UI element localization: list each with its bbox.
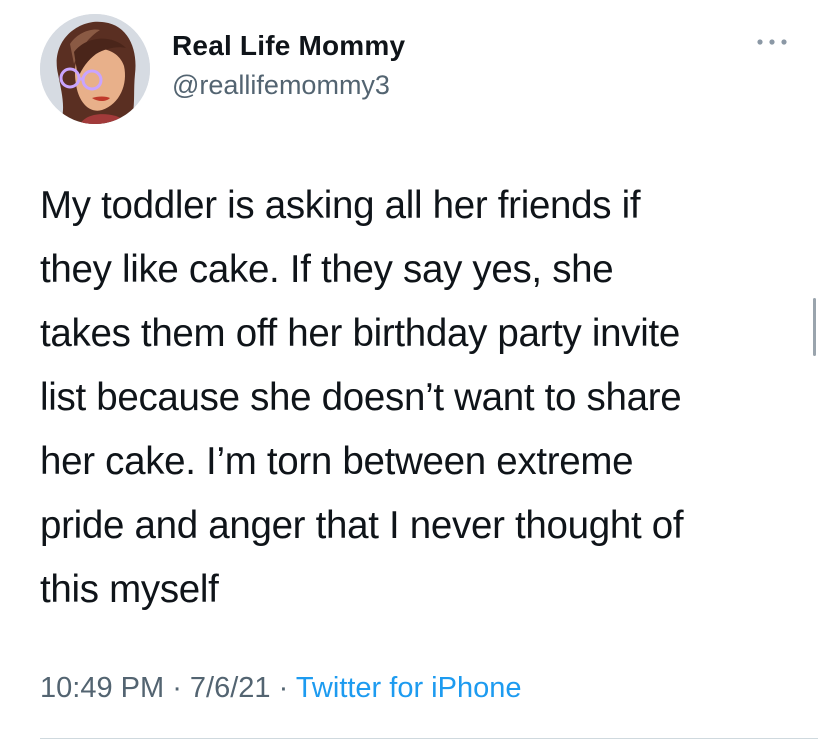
display-name[interactable]: Real Life Mommy: [172, 30, 405, 62]
meta-separator: ·: [164, 672, 190, 704]
tweet-meta: 10:49 PM · 7/6/21 · Twitter for iPhone: [40, 672, 521, 705]
tweet-time[interactable]: 10:49 PM: [40, 672, 164, 704]
tweet-date[interactable]: 7/6/21: [190, 672, 271, 704]
tweet-text-line: they like cake. If they say yes, she: [40, 248, 614, 291]
more-options-button[interactable]: [752, 30, 792, 54]
tweet-text-line: takes them off her birthday party invite: [40, 312, 680, 355]
tweet-text-line: pride and anger that I never thought of: [40, 504, 684, 547]
tweet-source-link[interactable]: Twitter for iPhone: [296, 672, 522, 704]
divider: [40, 738, 818, 739]
tweet-text-line: her cake. I’m torn between extreme: [40, 440, 634, 483]
more-horizontal-icon: [757, 39, 787, 45]
tweet-text-line: this myself: [40, 568, 219, 611]
tweet-text: My toddler is asking all her friends if …: [40, 174, 800, 622]
user-handle[interactable]: @reallifemommy3: [172, 70, 390, 101]
avatar-illustration: [40, 14, 150, 124]
tweet-text-line: list because she doesn’t want to share: [40, 376, 682, 419]
scrollbar[interactable]: [813, 298, 816, 356]
avatar[interactable]: [40, 14, 150, 124]
tweet-text-line: My toddler is asking all her friends if: [40, 184, 641, 227]
meta-separator: ·: [270, 672, 296, 704]
